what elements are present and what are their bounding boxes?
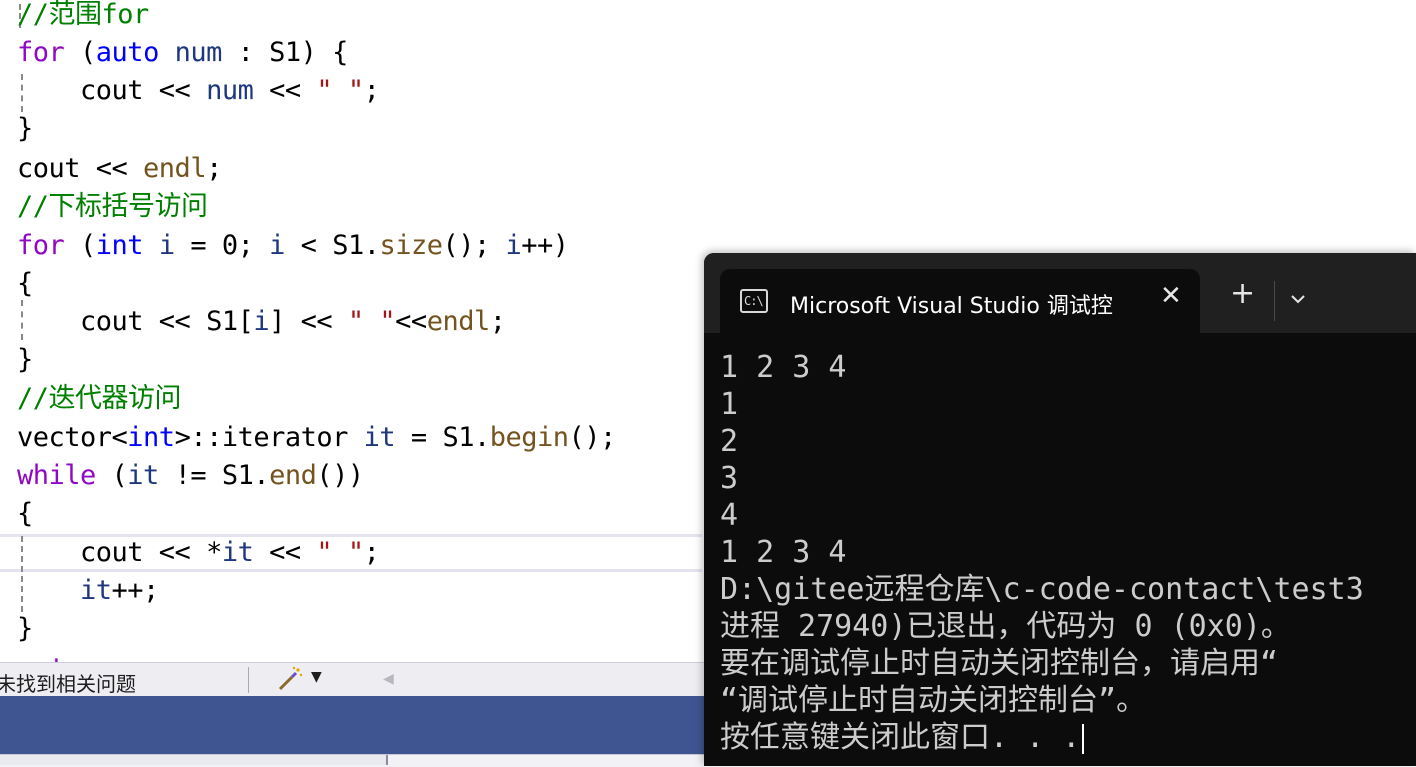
code-line-2: for (auto num : S1) { bbox=[17, 37, 348, 68]
output-line: 1 2 3 4 bbox=[720, 350, 847, 385]
code-line-1: //范围for bbox=[17, 0, 149, 34]
code-line-12: vector<int>::iterator it = S1.begin(); bbox=[17, 422, 616, 453]
terminal-titlebar: C:\ Microsoft Visual Studio 调试控 ✕ + bbox=[704, 253, 1416, 333]
debug-console-window[interactable]: C:\ Microsoft Visual Studio 调试控 ✕ + 1 2 … bbox=[704, 253, 1416, 766]
output-line: D:\gitee远程仓库\c-code-contact\test3 bbox=[720, 572, 1364, 607]
chevron-down-icon[interactable]: ▼ bbox=[311, 669, 322, 685]
code-cleanup-icon[interactable] bbox=[277, 666, 303, 692]
code-line-8: { bbox=[17, 268, 33, 299]
new-tab-button[interactable]: + bbox=[1230, 279, 1255, 309]
code-line-9: cout << S1[i] << " "<<endl; bbox=[17, 306, 506, 337]
code-line-13: while (it != S1.end()) bbox=[17, 460, 364, 491]
issues-status[interactable]: 未找到相关问题 bbox=[0, 668, 136, 697]
code-line-5: cout << endl; bbox=[17, 153, 222, 184]
scroll-left-icon[interactable]: ◀ bbox=[383, 671, 394, 687]
output-line: 1 bbox=[720, 387, 739, 422]
code-line-3: cout << num << " "; bbox=[17, 75, 380, 106]
output-line: 2 bbox=[720, 424, 739, 459]
output-line: 4 bbox=[720, 498, 739, 533]
code-line-7: for (int i = 0; i < S1.size(); i++) bbox=[17, 230, 569, 261]
code-line-6: //下标括号访问 bbox=[17, 188, 208, 226]
close-tab-icon[interactable]: ✕ bbox=[1160, 281, 1182, 311]
chevron-down-icon[interactable] bbox=[1290, 291, 1306, 307]
bottom-tab[interactable] bbox=[0, 755, 388, 765]
output-line: 1 2 3 4 bbox=[720, 535, 847, 570]
prompt-text: 按任意键关闭此窗口. . . bbox=[720, 720, 1081, 755]
code-line-17: } bbox=[17, 613, 33, 644]
titlebar-divider bbox=[1274, 281, 1275, 321]
terminal-tab[interactable]: C:\ Microsoft Visual Studio 调试控 ✕ bbox=[720, 269, 1200, 333]
status-bar: 未找到相关问题 ▼ ◀ bbox=[0, 662, 704, 697]
console-icon: C:\ bbox=[740, 289, 768, 313]
terminal-tab-title: Microsoft Visual Studio 调试控 bbox=[790, 294, 1113, 319]
text-cursor bbox=[1082, 723, 1085, 754]
comment-text: //范围for bbox=[17, 0, 149, 30]
output-panel-header bbox=[0, 696, 704, 754]
code-line-14: { bbox=[17, 498, 33, 529]
bottom-tab-strip bbox=[0, 754, 704, 767]
code-line-15-current[interactable]: cout << *it << " "; bbox=[0, 534, 702, 572]
output-line: 3 bbox=[720, 461, 739, 496]
status-divider bbox=[248, 667, 249, 693]
comment-text: //迭代器访问 bbox=[17, 383, 182, 414]
output-line: 进程 27940)已退出，代码为 0 (0x0)。 bbox=[720, 609, 1291, 644]
output-line-prompt: 按任意键关闭此窗口. . . bbox=[720, 719, 1416, 756]
output-line: 要在调试停止时自动关闭控制台，请启用“ bbox=[720, 646, 1279, 681]
code-line-partial: return 0; bbox=[17, 650, 137, 662]
code-line-11: //迭代器访问 bbox=[17, 380, 182, 418]
code-line-16: it++; bbox=[80, 575, 159, 606]
code-line-10: } bbox=[17, 344, 33, 375]
terminal-output: 1 2 3 4 1 2 3 4 1 2 3 4 D:\gitee远程仓库\c-c… bbox=[720, 349, 1416, 756]
code-line-4: } bbox=[17, 113, 33, 144]
output-line: “调试停止时自动关闭控制台”。 bbox=[720, 683, 1147, 718]
comment-text: //下标括号访问 bbox=[17, 191, 208, 222]
